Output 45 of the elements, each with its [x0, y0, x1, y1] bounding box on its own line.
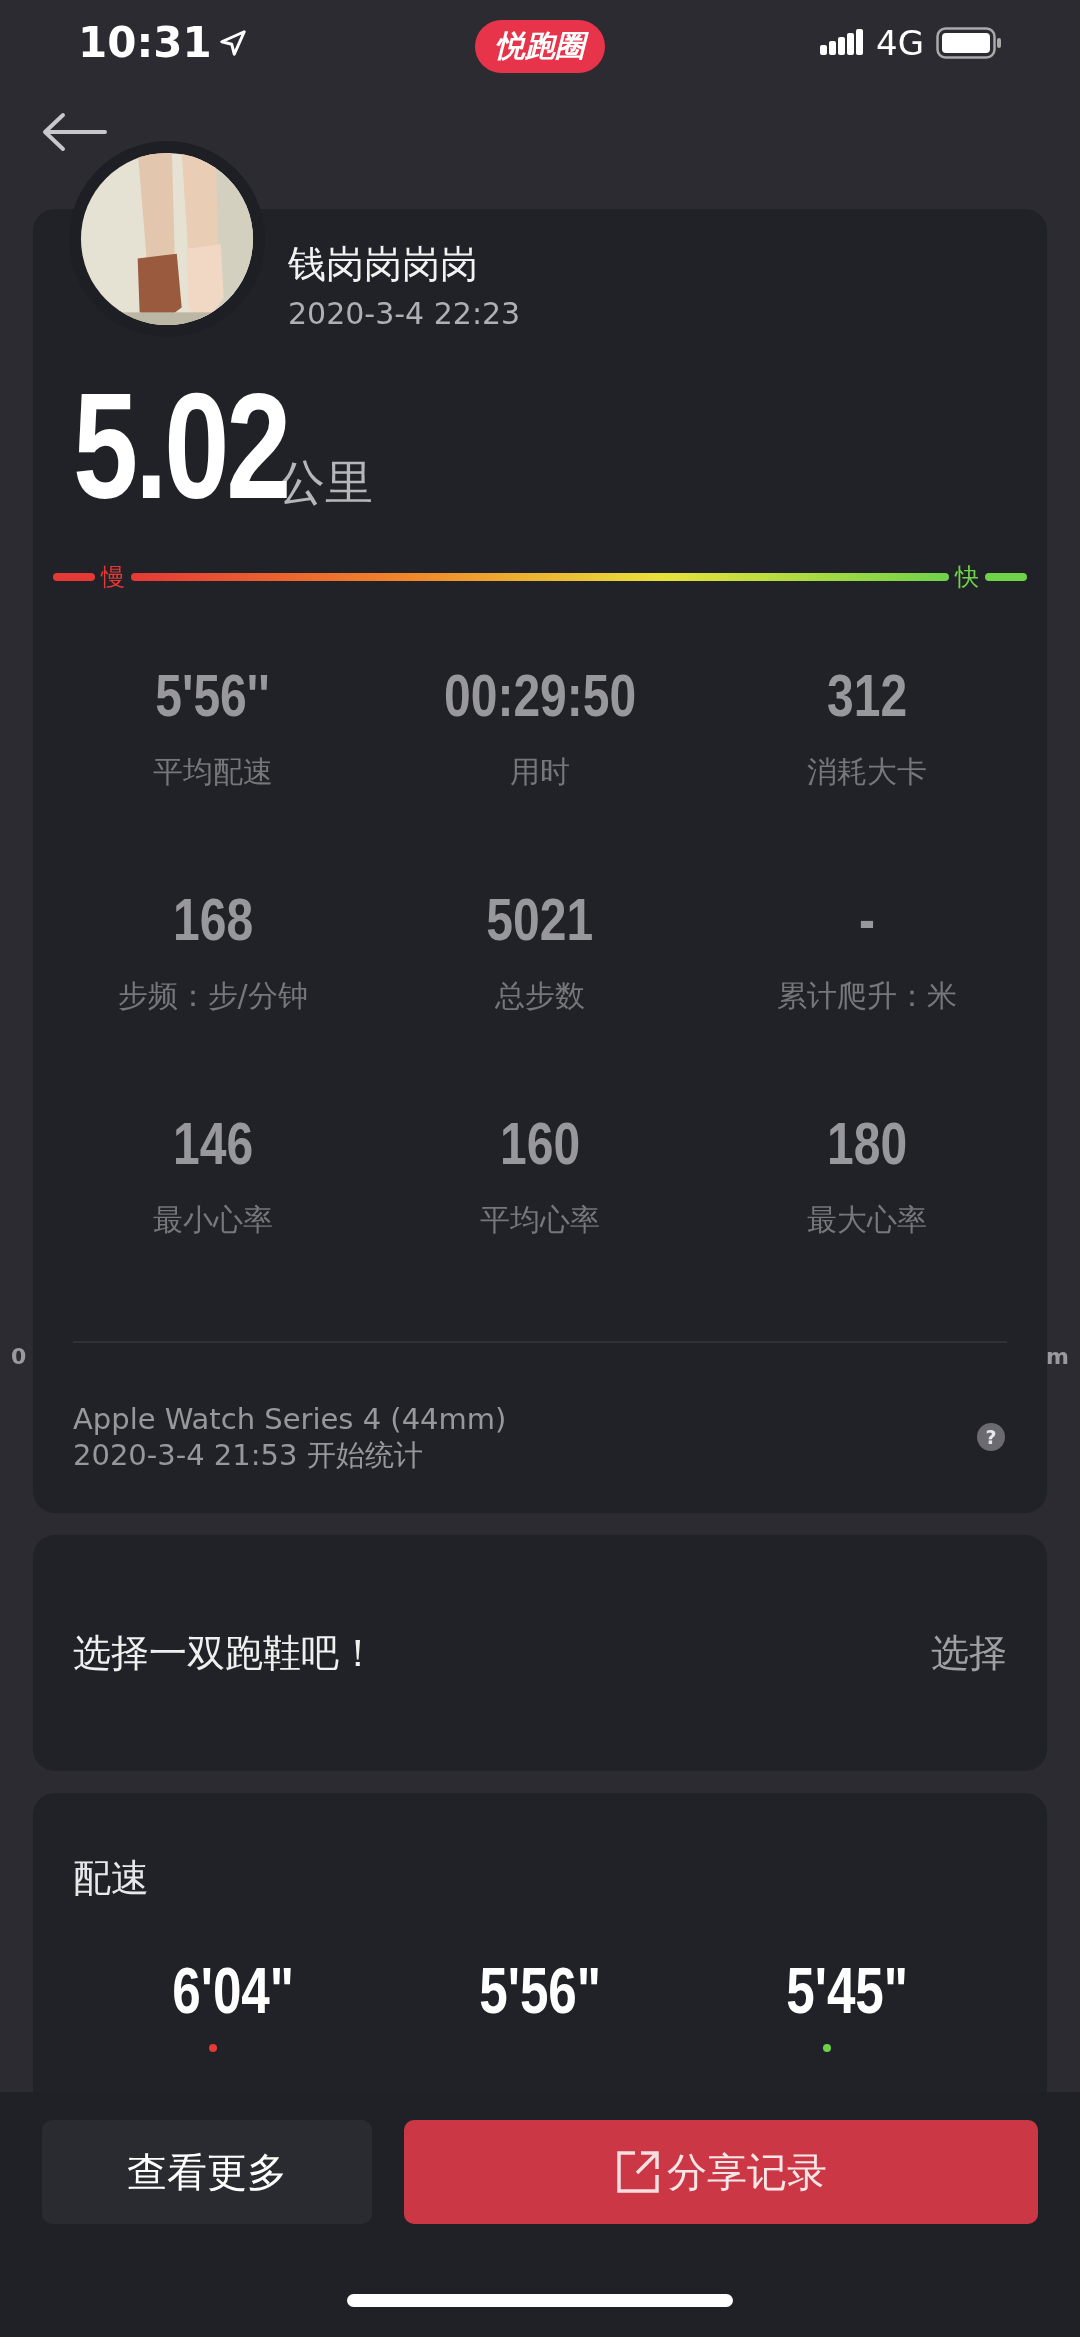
shoe-prompt: 选择一双跑鞋吧！	[73, 1629, 377, 1677]
stat-label: 最大心率	[807, 1200, 928, 1239]
fast-segment	[985, 572, 1027, 581]
stat-label: 累计爬升：米	[777, 976, 958, 1015]
axis-label: m	[1046, 1343, 1069, 1369]
stat-value: 160	[499, 1108, 581, 1178]
back-arrow-icon[interactable]	[41, 112, 107, 153]
stat-label: 最小心率	[152, 1200, 273, 1239]
user-name: 钱岗岗岗岗	[288, 240, 479, 288]
start-time: 2020-3-4 21:53 开始统计	[73, 1436, 424, 1473]
share-icon	[615, 2149, 661, 2195]
help-button[interactable]: ?	[977, 1422, 1005, 1451]
slow-label: 慢	[101, 561, 125, 593]
stat-value: 146	[172, 1108, 253, 1178]
axis-label: 0	[11, 1343, 27, 1369]
stat-label: 平均心率	[480, 1200, 600, 1239]
app-badge: 悦跑圈	[475, 20, 605, 73]
device-name: Apple Watch Series 4 (44mm)	[73, 1400, 507, 1437]
stat-value: 312	[827, 660, 908, 730]
stat-label: 用时	[510, 752, 570, 791]
stat-value: 5'56''	[155, 660, 270, 730]
select-link[interactable]: 选择	[931, 1627, 1007, 1679]
stat-label: 平均配速	[152, 752, 273, 791]
stat-label: 总步数	[495, 976, 585, 1015]
share-button[interactable]: 分享记录	[404, 2120, 1038, 2224]
view-more-button[interactable]: 查看更多	[42, 2120, 372, 2224]
pace-value: 5'56"	[479, 1954, 601, 2028]
battery-icon	[936, 26, 1002, 59]
status-time: 10:31	[78, 18, 212, 68]
stat-value: 5021	[486, 884, 594, 954]
stat-value: 180	[827, 1108, 908, 1178]
stat-label: 步频：步/分钟	[117, 976, 308, 1015]
stat-value: -	[859, 884, 876, 954]
pace-value: 6'04"	[172, 1954, 294, 2028]
slow-segment	[53, 572, 95, 581]
stat-value: 168	[172, 884, 253, 954]
pace-title: 配速	[73, 1855, 150, 1902]
stat-value: 00:29:50	[443, 660, 637, 730]
run-date: 2020-3-4 22:23	[288, 295, 522, 331]
pace-value: 5'45"	[786, 1954, 908, 2028]
location-arrow-icon	[217, 27, 248, 58]
stat-label: 消耗大卡	[807, 752, 928, 791]
network-label: 4G	[876, 22, 924, 63]
fast-label: 快	[955, 561, 979, 593]
signal-icon	[820, 28, 864, 57]
